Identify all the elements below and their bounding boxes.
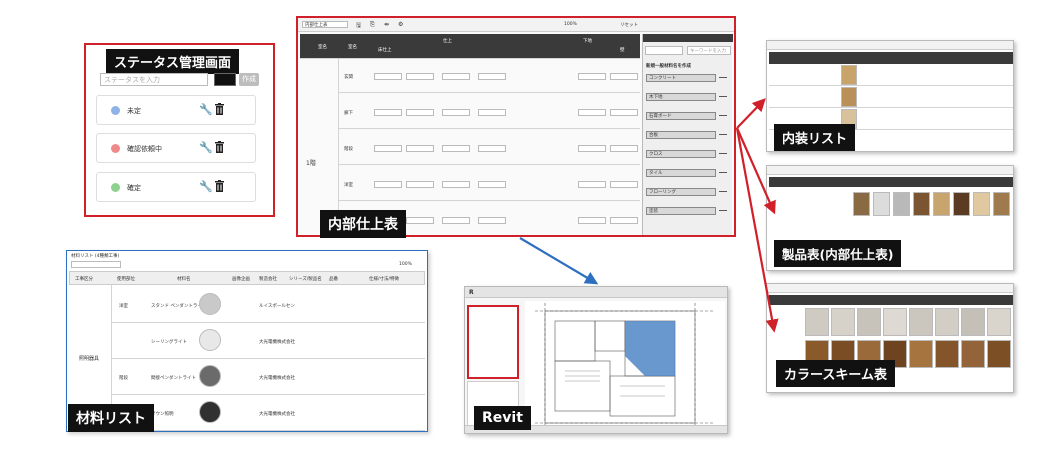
arrow-to-color <box>735 127 779 333</box>
flow-arrows <box>519 98 779 333</box>
arrow-to-product <box>735 127 776 215</box>
red-arrows <box>735 98 779 333</box>
arrow-to-revit <box>519 237 599 285</box>
arrow-to-naiso <box>736 98 766 129</box>
